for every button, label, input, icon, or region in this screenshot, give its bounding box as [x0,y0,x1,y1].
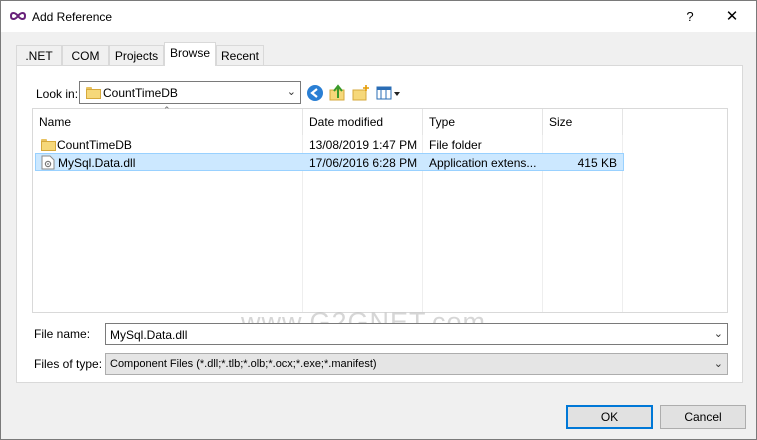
list-item[interactable]: CountTimeDB 13/08/2019 1:47 PM File fold… [35,136,624,154]
list-item[interactable]: MySql.Data.dll 17/06/2016 6:28 PM Applic… [35,153,624,171]
dll-file-icon [41,155,55,170]
file-name-cell: MySql.Data.dll [58,156,136,170]
tab-browse[interactable]: Browse [164,42,216,66]
type-cell: Application extens... [429,156,537,170]
visual-studio-icon [10,12,26,20]
size-cell: 415 KB [577,156,617,170]
tab-com[interactable]: COM [62,45,109,66]
view-menu-icon[interactable] [376,84,402,102]
tab-net[interactable]: .NET [16,45,62,66]
sort-up-icon: ⌃ [163,105,171,115]
type-cell: File folder [429,138,482,152]
ok-button[interactable]: OK [566,405,653,429]
files-of-type-select[interactable]: Component Files (*.dll;*.tlb;*.olb;*.ocx… [105,353,728,375]
column-header-size[interactable]: Size [543,109,623,135]
folder-icon [41,139,56,151]
file-name-cell: CountTimeDB [57,138,132,152]
title-bar: Add Reference ? ✕ [1,1,756,32]
back-icon[interactable] [306,84,324,102]
new-folder-icon[interactable] [352,84,370,102]
look-in-label: Look in: [36,87,79,101]
date-cell: 13/08/2019 1:47 PM [309,138,418,152]
file-list[interactable]: Name ⌃ Date modified Type Size CountTime… [32,105,728,313]
look-in-value: CountTimeDB [103,86,178,100]
chevron-down-icon: ⌄ [713,358,723,370]
window-title: Add Reference [32,10,113,24]
file-name-field[interactable]: MySql.Data.dll ⌄ [105,323,728,345]
date-cell: 17/06/2016 6:28 PM [309,156,418,170]
column-header-type[interactable]: Type [423,109,543,135]
files-of-type-value: Component Files (*.dll;*.tlb;*.olb;*.ocx… [110,358,377,370]
add-reference-dialog: Add Reference ? ✕ .NET COM Projects Brow… [0,0,757,440]
cancel-button[interactable]: Cancel [660,405,746,429]
tab-recent[interactable]: Recent [216,45,264,66]
folder-icon [86,87,101,99]
chevron-down-icon[interactable]: ⌄ [714,327,723,340]
up-folder-icon[interactable] [329,84,347,102]
file-name-value: MySql.Data.dll [110,328,188,342]
file-name-label: File name: [34,327,91,341]
look-in-combo[interactable]: CountTimeDB ⌄ [79,81,301,104]
files-of-type-label: Files of type: [34,357,103,371]
tab-projects[interactable]: Projects [109,45,164,66]
chevron-down-icon: ⌄ [286,86,296,98]
help-button[interactable]: ? [673,5,707,29]
close-button[interactable]: ✕ [712,5,752,29]
column-header-date[interactable]: Date modified [303,109,423,135]
